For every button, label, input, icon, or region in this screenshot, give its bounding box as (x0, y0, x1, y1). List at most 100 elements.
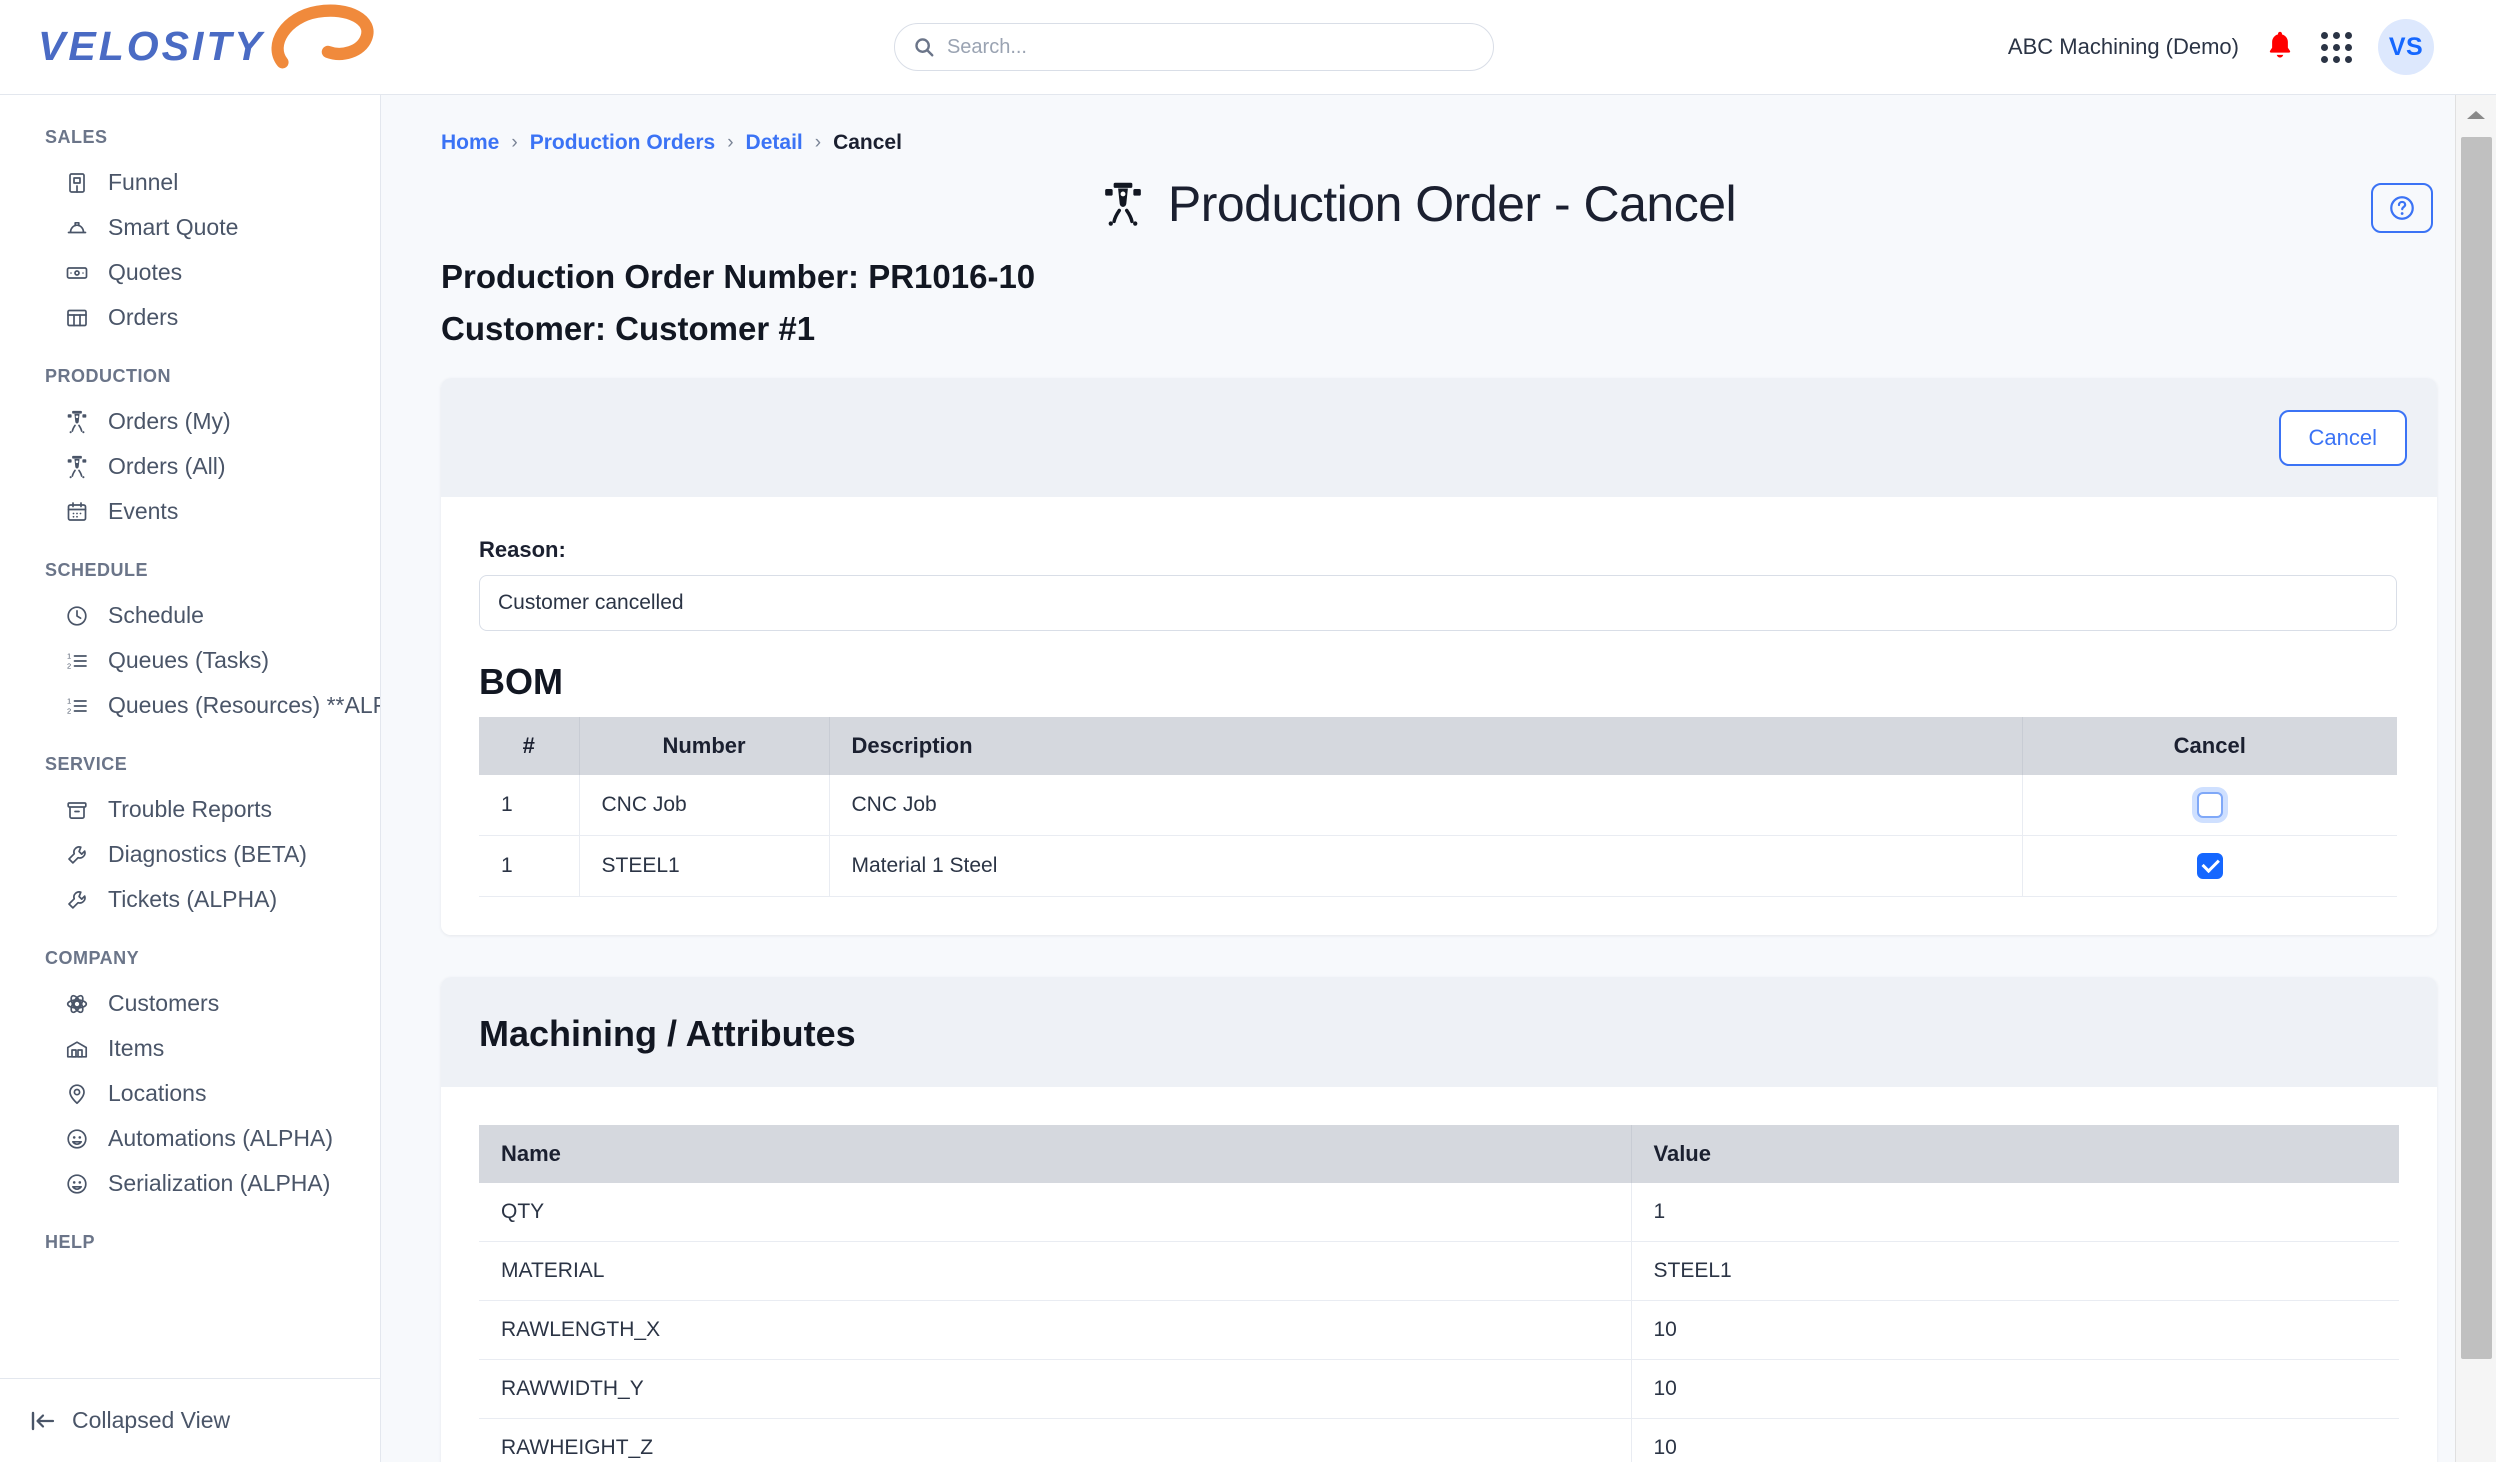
building-icon (64, 170, 90, 196)
attribute-value-cell: STEEL1 (1631, 1241, 2399, 1301)
sidebar-item-orders[interactable]: Orders (0, 295, 380, 340)
collapsed-view-toggle[interactable]: Collapsed View (0, 1378, 380, 1462)
cancel-card: Cancel Reason: BOM #NumberDescriptionCan… (441, 378, 2437, 935)
attribute-name-cell: RAWLENGTH_X (479, 1300, 1632, 1360)
attributes-card-header: Machining / Attributes (441, 977, 2437, 1087)
table-row: 1 STEEL1 Material 1 Steel (479, 835, 2397, 897)
clock-icon (64, 603, 90, 629)
body-region: SALES Funnel Smart Quote Quotes Orders PRODUC… (0, 95, 2496, 1462)
breadcrumb-item-cancel: Cancel (833, 131, 902, 154)
table-row: RAWLENGTH_X 10 (479, 1300, 2399, 1360)
sidebar-item-orders-my[interactable]: Orders (My) (0, 399, 380, 444)
avatar[interactable]: VS (2378, 19, 2434, 75)
question-circle-icon (2390, 196, 2414, 220)
bom-table: # Number Description Cancel 1 CNC Job CNC Job… (479, 717, 2397, 897)
collapsed-view-label: Collapsed View (72, 1407, 231, 1433)
bom-cell-cancel (2022, 775, 2397, 836)
bom-column-header: Number (579, 717, 830, 775)
apps-grid-icon[interactable] (2321, 31, 2352, 63)
sidebar-item-label: Funnel (108, 169, 179, 195)
application-window: VELOSITY ABC Machining (Demo) (0, 0, 2496, 1462)
breadcrumb-separator: › (511, 132, 518, 153)
attribute-value-cell: 10 (1631, 1359, 2399, 1419)
cancel-card-header: Cancel (441, 378, 2437, 497)
svg-text:1: 1 (67, 651, 71, 660)
attribute-value-cell: 10 (1631, 1300, 2399, 1360)
sidebar-item-quotes[interactable]: Quotes (0, 250, 380, 295)
cancel-checkbox[interactable] (2196, 853, 2223, 879)
attribute-value-cell: 1 (1631, 1183, 2399, 1242)
sidebar-item-tickets-alpha[interactable]: Tickets (ALPHA) (0, 877, 380, 922)
table-row: RAWHEIGHT_Z 10 (479, 1418, 2399, 1462)
archive-box-icon (64, 797, 90, 823)
logo-text: VELOSITY (38, 23, 265, 70)
milling-tool-icon (64, 409, 90, 435)
page-scrollbar[interactable] (2455, 95, 2496, 1462)
attributes-column-header: Name (479, 1125, 1632, 1183)
caret-up-icon (2467, 111, 2485, 119)
milling-tool-icon (1105, 182, 1141, 226)
scrollbar-up-button[interactable] (2456, 95, 2496, 135)
sidebar-item-label: Orders (All) (108, 453, 226, 479)
bom-column-header: Description (829, 717, 2023, 775)
svg-text:2: 2 (67, 706, 71, 715)
reason-label: Reason: (479, 537, 566, 562)
sidebar-item-customers[interactable]: Customers (0, 981, 380, 1026)
bom-column-header: # (479, 717, 580, 775)
bom-cell-index: 1 (479, 775, 580, 836)
attributes-table-body: QTY 1 MATERIAL STEEL1 RAWLENGTH_X 10 RAWWIDTH_… (479, 1183, 2399, 1462)
breadcrumb-item-home[interactable]: Home (441, 131, 499, 155)
robot-face-icon (64, 1126, 90, 1152)
svg-text:1: 1 (67, 696, 71, 705)
table-row: MATERIAL STEEL1 (479, 1241, 2399, 1301)
reason-input[interactable] (479, 575, 2397, 631)
sidebar-item-schedule[interactable]: Schedule (0, 593, 380, 638)
breadcrumb-separator: › (814, 132, 822, 153)
help-button[interactable] (2371, 183, 2433, 233)
sidebar-item-locations[interactable]: Locations (0, 1071, 380, 1116)
cancel-card-body: Reason: BOM #NumberDescriptionCancel 1CN… (441, 497, 2437, 935)
bom-cell-number: CNC Job (579, 775, 830, 836)
attributes-column-header: Value (1631, 1125, 2399, 1183)
page-title-row: Production Order - Cancel (381, 175, 2455, 233)
cancel-button[interactable]: Cancel (2278, 409, 2407, 466)
sidebar-item-funnel[interactable]: Funnel (0, 160, 380, 205)
scrollbar-thumb[interactable] (2461, 137, 2492, 1359)
sidebar-item-automations-alpha[interactable]: Automations (ALPHA) (0, 1116, 380, 1161)
attributes-card-body: Name Value QTY 1 MATERIAL STEEL1 RAWLENGTH_X 1… (441, 1087, 2437, 1462)
breadcrumb-item-detail[interactable]: Detail (746, 131, 803, 155)
sidebar-item-orders-all[interactable]: Orders (All) (0, 444, 380, 489)
sidebar-item-events[interactable]: Events (0, 489, 380, 534)
attribute-name-cell: MATERIAL (479, 1241, 1632, 1301)
global-search (380, 23, 2008, 71)
bom-title: BOM (479, 661, 563, 702)
sidebar-item-queues-tasks[interactable]: 1 2 Queues (Tasks) (0, 638, 380, 683)
cancel-checkbox[interactable] (2196, 792, 2223, 818)
topbar-right-cluster: ABC Machining (Demo) VS (2008, 19, 2496, 75)
search-icon (915, 38, 934, 57)
bom-cell-description: CNC Job (829, 775, 2023, 836)
sidebar-item-items[interactable]: Items (0, 1026, 380, 1071)
search-box[interactable] (893, 23, 1494, 71)
brand-logo[interactable]: VELOSITY (0, 3, 380, 90)
table-row: 1 CNC Job CNC Job (479, 775, 2397, 836)
sidebar-item-label: Schedule (108, 602, 204, 628)
search-input[interactable] (946, 35, 1475, 59)
sidebar-item-trouble-reports[interactable]: Trouble Reports (0, 787, 380, 832)
sidebar-sections: SALES Funnel Smart Quote Quotes Orders PRODUC… (0, 95, 380, 1378)
sidebar-item-smart-quote[interactable]: Smart Quote (0, 205, 380, 250)
sidebar-item-label: Orders (My) (108, 408, 231, 434)
table-row: RAWWIDTH_Y 10 (479, 1359, 2399, 1419)
sidebar-item-diagnostics-beta[interactable]: Diagnostics (BETA) (0, 832, 380, 877)
attribute-value-cell: 10 (1631, 1418, 2399, 1462)
sidebar-section-label-sales: SALES (45, 127, 108, 147)
breadcrumb-item-production-orders[interactable]: Production Orders (530, 131, 716, 155)
wrench-icon (64, 842, 90, 868)
ordered-list-icon: 12 (64, 648, 90, 674)
sidebar-item-label: Events (108, 498, 179, 524)
collapse-left-icon (31, 1411, 55, 1430)
notification-bell-icon[interactable] (2265, 29, 2295, 66)
sidebar-item-serialization-alpha[interactable]: Serialization (ALPHA) (0, 1161, 380, 1206)
attribute-name-cell: RAWHEIGHT_Z (479, 1418, 1632, 1462)
sidebar-item-queues-resources-alpha[interactable]: 12 Queues (Resources) **ALPHA** (0, 683, 380, 728)
